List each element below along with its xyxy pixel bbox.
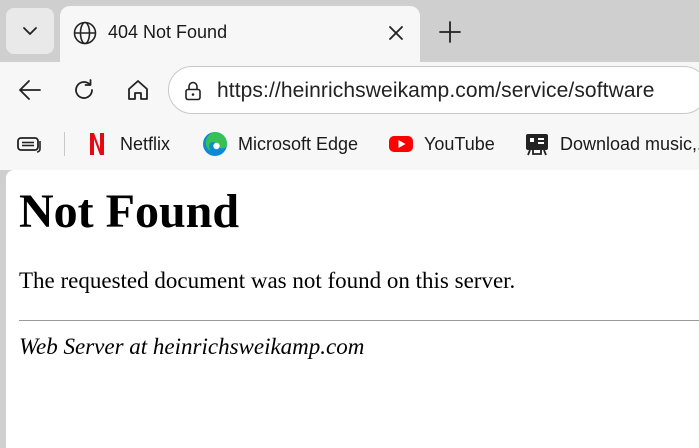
close-icon bbox=[389, 26, 403, 40]
horizontal-rule bbox=[19, 320, 699, 321]
edge-icon bbox=[202, 131, 228, 157]
favorite-youtube[interactable]: YouTube bbox=[388, 130, 495, 158]
favorite-label: Netflix bbox=[120, 133, 171, 154]
favorite-microsoft-edge[interactable]: Microsoft Edge bbox=[202, 130, 358, 158]
chevron-down-icon bbox=[23, 27, 37, 35]
favorite-label: Microsoft Edge bbox=[238, 133, 359, 154]
favorites-bar: Netflix Microsoft Edge YouTube Download … bbox=[0, 118, 699, 170]
favorites-divider bbox=[64, 132, 65, 156]
page-content: Not Found The requested document was not… bbox=[6, 170, 699, 448]
tab-close-button[interactable] bbox=[384, 21, 408, 45]
tab-strip: 404 Not Found bbox=[0, 0, 699, 62]
favorite-netflix[interactable]: Netflix bbox=[84, 130, 170, 158]
new-tab-button[interactable] bbox=[434, 16, 466, 48]
plus-icon bbox=[439, 21, 461, 43]
globe-icon bbox=[73, 21, 97, 45]
address-bar[interactable]: https://heinrichsweikamp.com/service/sof… bbox=[168, 66, 699, 114]
back-button[interactable] bbox=[14, 74, 46, 106]
home-icon bbox=[128, 80, 148, 100]
refresh-icon bbox=[75, 79, 93, 99]
page-title: Not Found bbox=[19, 185, 240, 238]
collections-icon[interactable] bbox=[16, 132, 42, 156]
lock-icon[interactable] bbox=[181, 79, 205, 103]
home-button[interactable] bbox=[122, 74, 154, 106]
tab-actions-menu-button[interactable] bbox=[6, 8, 54, 54]
refresh-button[interactable] bbox=[68, 74, 100, 106]
youtube-icon bbox=[388, 131, 414, 157]
favorite-download-music[interactable]: Download music,... bbox=[524, 130, 699, 158]
favorite-label: YouTube bbox=[424, 133, 495, 154]
url-text[interactable]: https://heinrichsweikamp.com/service/sof… bbox=[217, 79, 655, 103]
favorite-label: Download music,... bbox=[560, 133, 699, 154]
active-tab[interactable]: 404 Not Found bbox=[60, 6, 420, 62]
navigation-toolbar: https://heinrichsweikamp.com/service/sof… bbox=[0, 62, 699, 118]
music-download-icon bbox=[524, 131, 550, 157]
netflix-icon bbox=[84, 131, 110, 157]
back-arrow-icon bbox=[19, 80, 41, 100]
error-message: The requested document was not found on … bbox=[19, 268, 516, 293]
server-signature: Web Server at heinrichsweikamp.com bbox=[19, 334, 365, 359]
tab-title: 404 Not Found bbox=[108, 22, 228, 42]
